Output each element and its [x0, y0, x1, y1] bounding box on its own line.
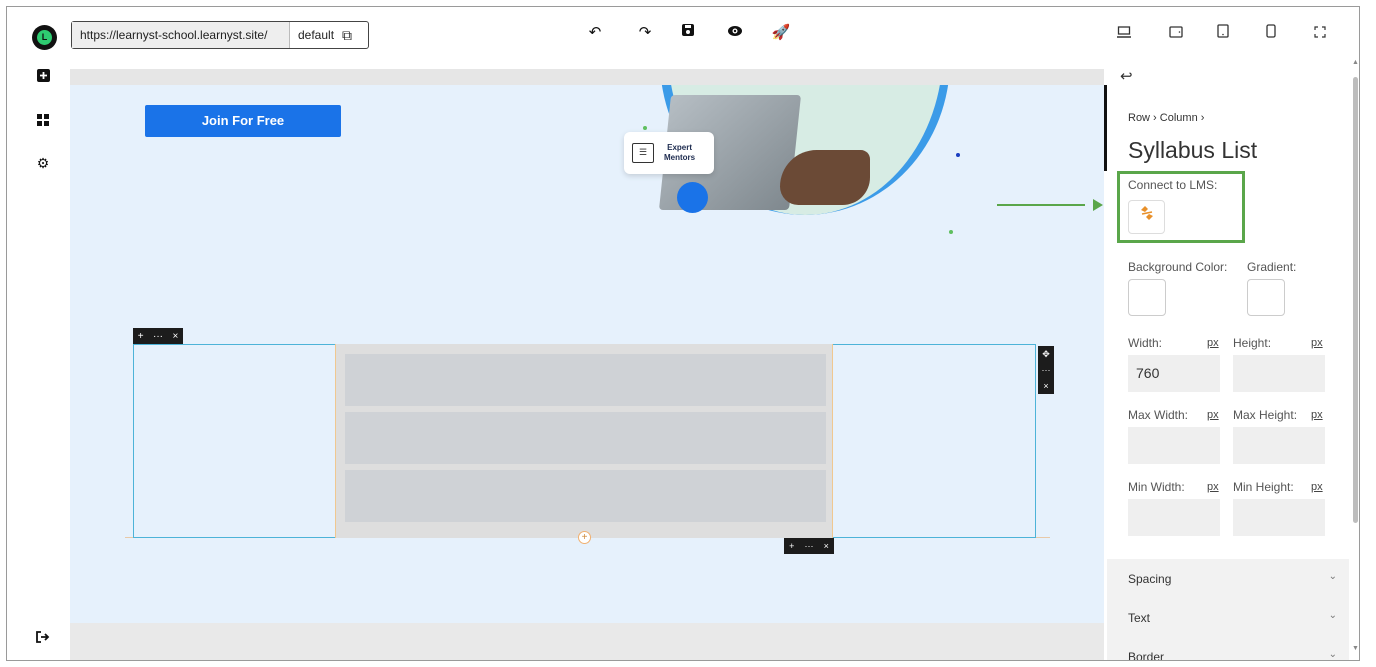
- properties-panel: ↩ Row › Column › Syllabus List Connect t…: [1107, 57, 1349, 661]
- connect-lms-label: Connect to LMS:: [1128, 178, 1218, 192]
- column-controls[interactable]: + ··· ×: [784, 538, 834, 554]
- app-window: L https://learnyst-school.learnyst.site/…: [6, 6, 1360, 661]
- mentor-line-1: Expert: [667, 143, 693, 152]
- logout-icon[interactable]: [35, 630, 51, 646]
- move-icon[interactable]: ✥: [1042, 349, 1050, 360]
- spacing-label: Spacing: [1128, 572, 1172, 586]
- preview-icon[interactable]: [725, 23, 745, 43]
- background-color-swatch[interactable]: [1128, 279, 1166, 316]
- tablet-landscape-icon[interactable]: [1166, 24, 1186, 44]
- row-add-icon[interactable]: +: [138, 331, 144, 342]
- fullscreen-icon[interactable]: [1310, 24, 1330, 44]
- chevron-down-icon: ⌄: [1328, 649, 1337, 660]
- panel-title: Syllabus List: [1128, 137, 1258, 163]
- url-bar[interactable]: https://learnyst-school.learnyst.site/ d…: [71, 21, 369, 49]
- app-logo[interactable]: L: [32, 25, 57, 50]
- min-width-input[interactable]: [1128, 499, 1220, 536]
- spacing-section[interactable]: Spacing ⌄: [1107, 559, 1349, 598]
- more-icon[interactable]: ···: [1042, 365, 1051, 375]
- mentor-line-2: Mentors: [664, 153, 696, 162]
- layout-label: default: [298, 28, 335, 42]
- editor-canvas: Join For Free ☰ Expert Mentors + ··· × ✥…: [70, 69, 1104, 660]
- save-icon[interactable]: [678, 23, 698, 43]
- width-input[interactable]: 760: [1128, 355, 1220, 392]
- chevron-down-icon: ⌄: [1328, 610, 1337, 621]
- close-icon[interactable]: ×: [1043, 381, 1048, 391]
- settings-icon[interactable]: ⚙: [35, 155, 51, 171]
- min-height-input[interactable]: [1233, 499, 1325, 536]
- scroll-down-icon[interactable]: ▼: [1352, 645, 1359, 652]
- background-color-label: Background Color:: [1128, 260, 1228, 274]
- height-input[interactable]: [1233, 355, 1325, 392]
- syllabus-item-placeholder[interactable]: [345, 470, 826, 522]
- min-width-unit[interactable]: px: [1207, 481, 1219, 493]
- gradient-swatch[interactable]: [1247, 279, 1285, 316]
- breadcrumb[interactable]: Row › Column ›: [1128, 112, 1204, 124]
- add-element-icon[interactable]: [35, 69, 51, 85]
- copy-icon[interactable]: ⧉: [342, 22, 352, 48]
- width-label: Width:: [1128, 336, 1163, 350]
- max-width-input[interactable]: [1128, 427, 1220, 464]
- left-sidebar: ⚙: [7, 57, 70, 660]
- canvas-top-strip: [70, 69, 1104, 85]
- connect-lms-button[interactable]: [1128, 200, 1165, 234]
- col-more-icon[interactable]: ···: [805, 541, 814, 551]
- row-controls[interactable]: + ··· ×: [133, 328, 183, 344]
- decorative-dot: [949, 230, 953, 234]
- min-width-label: Min Width:: [1128, 480, 1185, 494]
- decorative-dot: [643, 126, 647, 130]
- tablet-icon[interactable]: [1213, 24, 1233, 44]
- panel-scrollbar[interactable]: ▲ ▼: [1350, 57, 1359, 660]
- height-unit[interactable]: px: [1311, 337, 1323, 349]
- widgets-icon[interactable]: [35, 113, 51, 129]
- min-height-label: Min Height:: [1233, 480, 1294, 494]
- max-width-unit[interactable]: px: [1207, 409, 1219, 421]
- desktop-icon[interactable]: [1114, 24, 1134, 44]
- syllabus-item-placeholder[interactable]: [345, 412, 826, 464]
- text-label: Text: [1128, 611, 1151, 625]
- max-height-label: Max Height:: [1233, 408, 1298, 422]
- publish-icon[interactable]: 🚀: [771, 23, 791, 43]
- back-arrow-icon[interactable]: ↩: [1120, 67, 1133, 85]
- annotation-arrow-head: [1093, 199, 1103, 211]
- broken-link-icon: [1138, 206, 1156, 225]
- top-toolbar: L https://learnyst-school.learnyst.site/…: [7, 7, 1359, 57]
- decorative-dot: [956, 153, 960, 157]
- syllabus-list-column[interactable]: [335, 344, 833, 538]
- text-section[interactable]: Text ⌄: [1107, 598, 1349, 637]
- layout-selector[interactable]: default ⧉: [290, 22, 352, 48]
- mobile-icon[interactable]: [1261, 24, 1281, 44]
- site-url[interactable]: https://learnyst-school.learnyst.site/: [72, 22, 290, 48]
- border-section[interactable]: Border ⌄: [1107, 637, 1349, 661]
- hand-graphic: [780, 150, 870, 205]
- page-preview: Join For Free ☰ Expert Mentors + ··· × ✥…: [70, 85, 1104, 623]
- col-close-icon[interactable]: ×: [824, 541, 829, 551]
- undo-icon[interactable]: ↶: [585, 23, 605, 43]
- scroll-thumb[interactable]: [1353, 77, 1358, 523]
- join-for-free-button[interactable]: Join For Free: [145, 105, 341, 137]
- syllabus-item-placeholder[interactable]: [345, 354, 826, 406]
- redo-icon[interactable]: ↷: [635, 23, 655, 43]
- mentor-card-text: Expert Mentors: [664, 143, 695, 163]
- max-width-label: Max Width:: [1128, 408, 1189, 422]
- scroll-up-icon[interactable]: ▲: [1352, 59, 1359, 66]
- row-side-controls[interactable]: ✥ ··· ×: [1038, 346, 1054, 394]
- gradient-label: Gradient:: [1247, 260, 1297, 274]
- height-label: Height:: [1233, 336, 1272, 350]
- logo-mark-icon: L: [37, 30, 52, 45]
- annotation-arrow-line: [997, 204, 1085, 206]
- max-height-input[interactable]: [1233, 427, 1325, 464]
- expert-mentors-card: ☰ Expert Mentors: [624, 132, 714, 174]
- border-label: Border: [1128, 650, 1165, 661]
- decorative-blue-circle: [677, 182, 708, 213]
- chevron-down-icon: ⌄: [1328, 571, 1337, 582]
- col-add-icon[interactable]: +: [789, 541, 794, 551]
- row-close-icon[interactable]: ×: [172, 331, 178, 342]
- width-unit[interactable]: px: [1207, 337, 1219, 349]
- max-height-unit[interactable]: px: [1311, 409, 1323, 421]
- min-height-unit[interactable]: px: [1311, 481, 1323, 493]
- mentor-board-icon: ☰: [632, 143, 654, 163]
- add-section-icon[interactable]: +: [578, 531, 591, 544]
- row-more-icon[interactable]: ···: [153, 331, 163, 342]
